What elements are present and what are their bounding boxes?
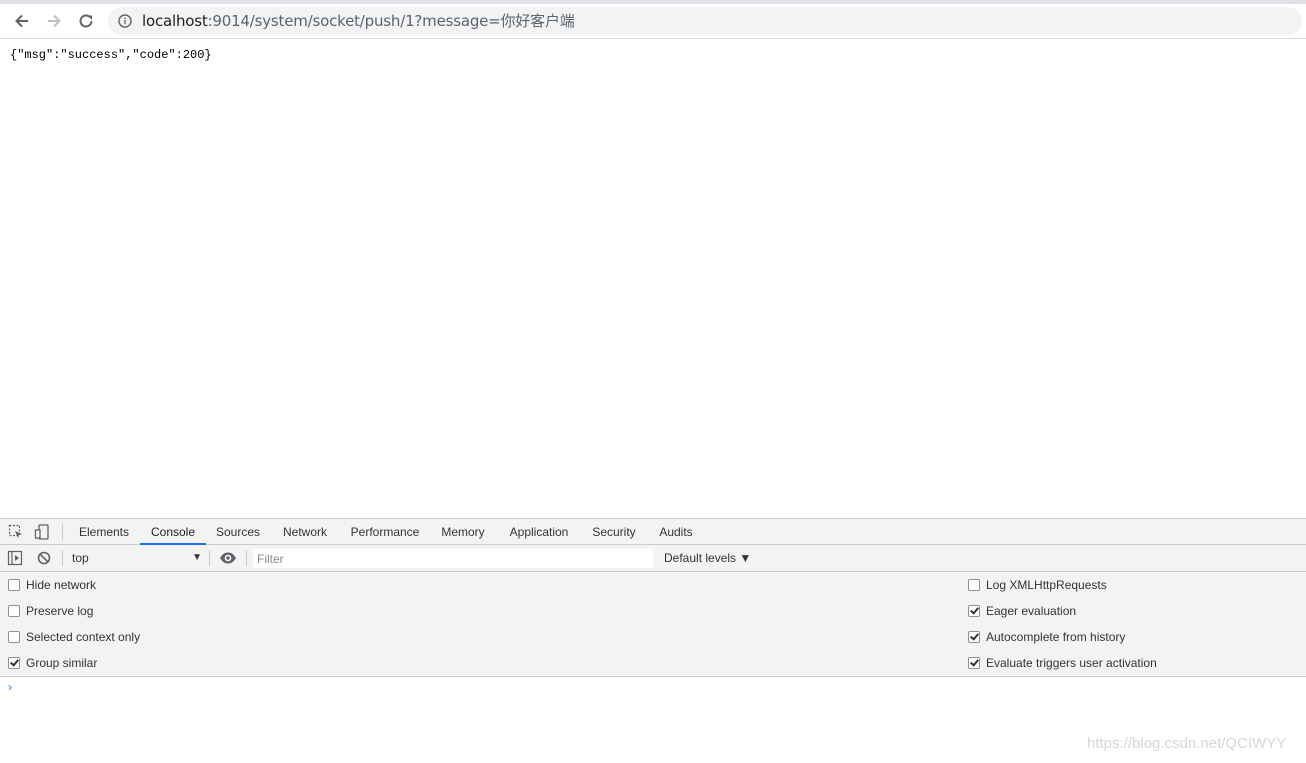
tab-elements[interactable]: Elements <box>70 519 138 545</box>
context-value: top <box>72 551 89 565</box>
back-button[interactable] <box>9 8 35 34</box>
tab-audits[interactable]: Audits <box>648 519 704 545</box>
watermark: https://blog.csdn.net/QCIWYY <box>1087 735 1287 752</box>
device-toolbar-icon[interactable] <box>34 524 50 540</box>
address-bar[interactable]: localhost:9014/system/socket/push/1?mess… <box>108 7 1302 35</box>
info-icon[interactable] <box>118 14 132 28</box>
tab-security[interactable]: Security <box>584 519 644 545</box>
setting-label: Autocomplete from history <box>986 630 1126 644</box>
back-arrow-icon <box>15 14 28 28</box>
show-sidebar-icon[interactable] <box>7 550 23 566</box>
inspect-element-icon[interactable] <box>8 524 24 540</box>
toolbar-divider <box>62 550 63 566</box>
checkbox[interactable] <box>8 631 20 643</box>
toolbar-divider <box>62 524 63 540</box>
tab-memory[interactable]: Memory <box>432 519 494 545</box>
forward-arrow-icon <box>48 14 61 28</box>
console-toolbar: top ▼ Default levels ▼ <box>0 545 1306 572</box>
toolbar-divider <box>246 550 247 566</box>
setting-label: Group similar <box>26 656 98 670</box>
devtools-panel: Elements Console Sources Network Perform… <box>0 518 1306 763</box>
json-response: {"msg":"success","code":200} <box>10 48 212 62</box>
console-settings-pane: Hide network Preserve log Selected conte… <box>0 572 1306 677</box>
url-text[interactable]: localhost:9014/system/socket/push/1?mess… <box>142 13 575 30</box>
checkbox[interactable] <box>968 657 980 669</box>
setting-label: Log XMLHttpRequests <box>986 578 1107 592</box>
url-host: localhost <box>142 12 208 30</box>
setting-label: Eager evaluation <box>986 604 1077 618</box>
filter-input[interactable] <box>253 549 653 568</box>
reload-button[interactable] <box>73 8 99 34</box>
checkbox[interactable] <box>968 579 980 591</box>
browser-toolbar: localhost:9014/system/socket/push/1?mess… <box>0 4 1306 39</box>
tab-console[interactable]: Console <box>140 519 206 545</box>
tab-network[interactable]: Network <box>272 519 338 545</box>
reload-icon <box>79 14 93 28</box>
live-expression-eye-icon[interactable] <box>219 550 237 566</box>
log-levels-dropdown[interactable]: Default levels ▼ <box>664 549 751 567</box>
clear-console-icon[interactable] <box>36 550 52 566</box>
setting-label: Hide network <box>26 578 97 592</box>
dropdown-arrow-icon: ▼ <box>192 552 202 563</box>
setting-label: Evaluate triggers user activation <box>986 656 1157 670</box>
checkbox[interactable] <box>8 579 20 591</box>
checkbox[interactable] <box>968 631 980 643</box>
setting-label: Preserve log <box>26 604 94 618</box>
setting-label: Selected context only <box>26 630 141 644</box>
tab-application[interactable]: Application <box>498 519 580 545</box>
devtools-tabbar: Elements Console Sources Network Perform… <box>0 518 1306 545</box>
console-prompt-chevron-icon[interactable]: › <box>8 680 12 694</box>
url-path: :9014/system/socket/push/1?message=你好客户端 <box>207 12 575 30</box>
toolbar-divider <box>209 550 210 566</box>
tab-sources[interactable]: Sources <box>208 519 268 545</box>
checkbox[interactable] <box>8 657 20 669</box>
context-selector[interactable]: top ▼ <box>66 549 204 567</box>
tab-performance[interactable]: Performance <box>342 519 428 545</box>
checkbox[interactable] <box>968 605 980 617</box>
forward-button[interactable] <box>41 8 67 34</box>
checkbox[interactable] <box>8 605 20 617</box>
